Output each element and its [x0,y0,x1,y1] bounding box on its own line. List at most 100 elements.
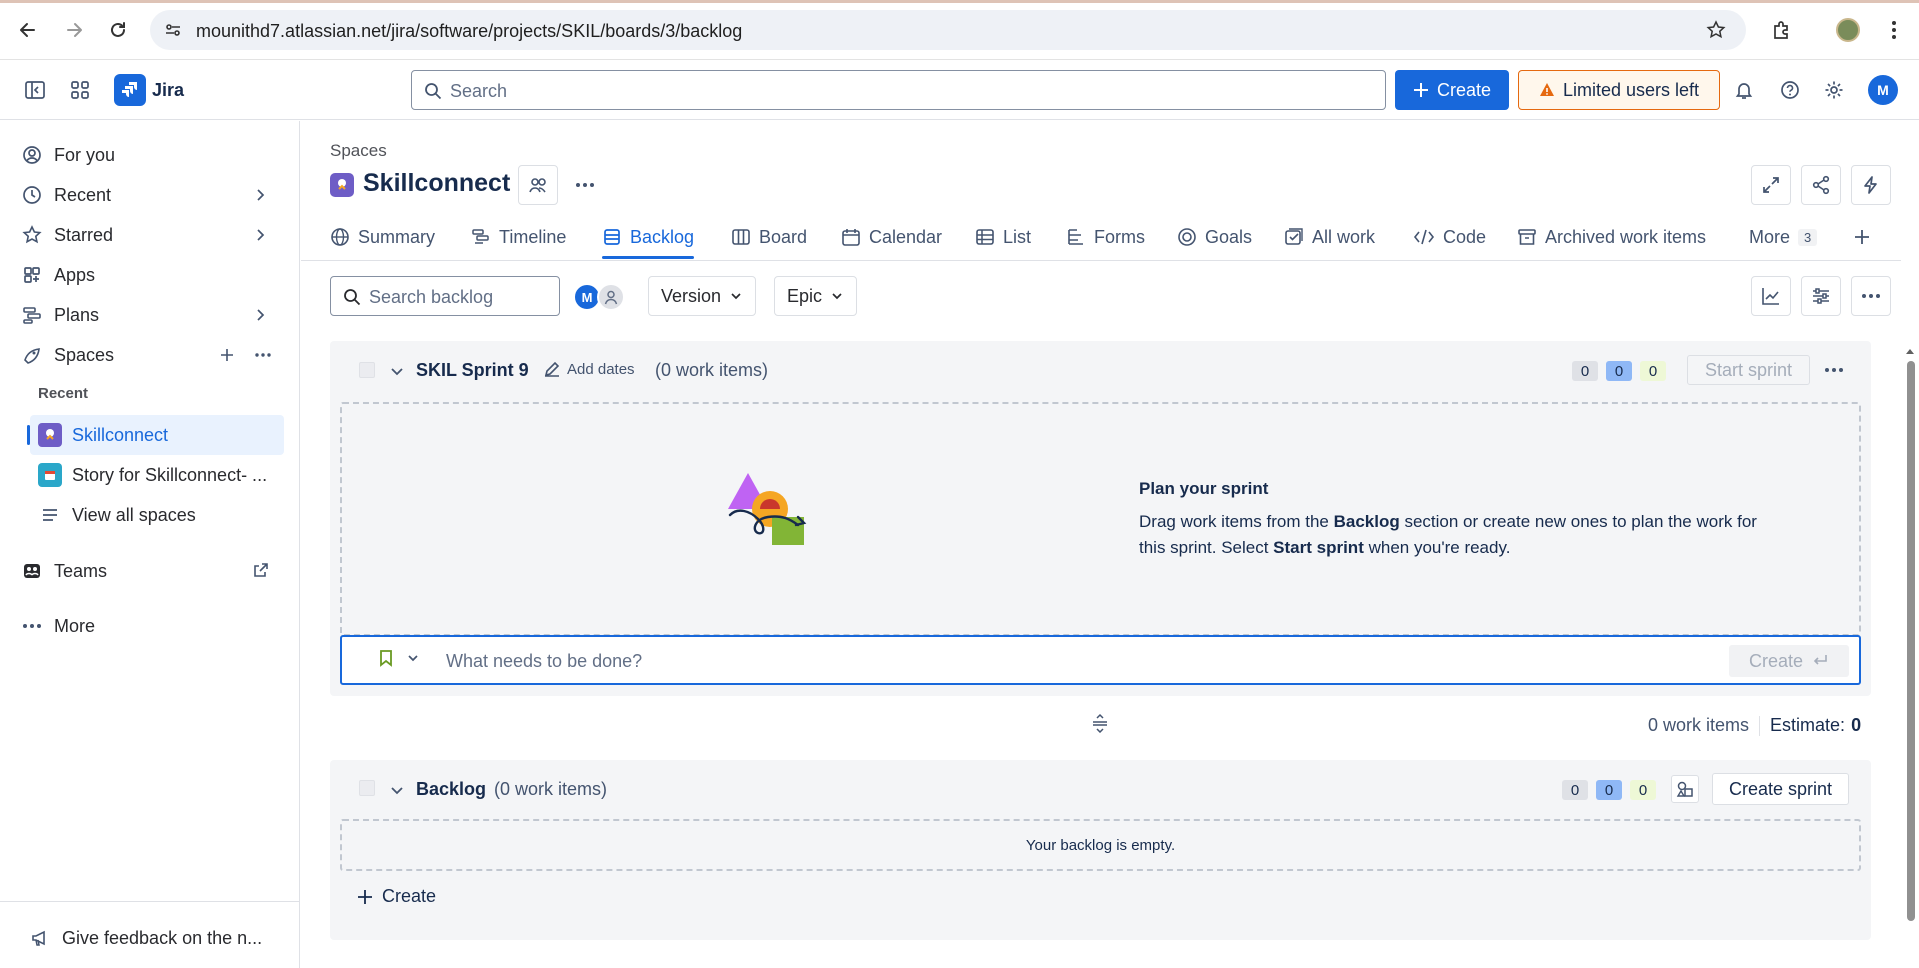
space-label: Story for Skillconnect- ... [72,464,268,485]
sidebar-item-label: Apps [54,264,96,285]
gear-icon [1825,81,1843,99]
plan-text-part: when you're ready. [1363,538,1511,557]
backlog-title: Backlog [416,779,487,799]
browser-menu-button[interactable] [1878,14,1910,46]
search-placeholder: Search [450,81,508,101]
collapse-sidebar-button[interactable] [19,74,51,106]
fullscreen-button[interactable] [1751,165,1791,205]
scrollbar-thumb[interactable] [1907,361,1915,921]
backlog-create-button[interactable]: Create [356,886,436,907]
url-text: mounithd7.atlassian.net/jira/software/pr… [196,21,743,41]
breadcrumb[interactable]: Spaces [330,141,387,161]
help-icon [1781,81,1799,99]
sidebar-toggle-icon [25,81,45,99]
sprint-more-button[interactable] [1818,355,1850,385]
chevron-down-icon[interactable] [389,782,405,798]
browser-top-accent [0,0,1919,3]
backlog-more-button[interactable] [1851,276,1891,316]
tab-board[interactable]: Board [731,217,807,257]
work-item-summary-input[interactable] [446,648,1746,674]
external-link-icon [254,563,268,577]
tab-timeline[interactable]: Timeline [471,217,566,257]
automation-button[interactable] [1851,165,1891,205]
sidebar-item-label: For you [54,144,116,165]
sidebar-item-plans[interactable]: Plans [20,296,282,334]
share-button[interactable] [1801,165,1841,205]
back-button[interactable] [12,14,44,46]
chevron-down-icon[interactable] [389,363,405,379]
plan-text-bold: Backlog [1333,512,1400,531]
tab-code[interactable]: Code [1413,217,1486,257]
address-bar[interactable]: mounithd7.atlassian.net/jira/software/pr… [150,10,1746,50]
give-feedback-button[interactable]: Give feedback on the n... [28,919,278,957]
backlog-groups-button[interactable] [1671,775,1699,803]
tab-backlog[interactable]: Backlog [602,217,695,259]
tab-calendar[interactable]: Calendar [841,217,942,257]
forward-button[interactable] [58,14,90,46]
sidebar-item-recent[interactable]: Recent [20,176,282,214]
team-button[interactable] [518,165,558,205]
inline-create-button[interactable]: Create [1729,645,1849,677]
app-switcher-button[interactable] [64,74,96,106]
more-horizontal-icon[interactable] [254,352,272,358]
apps-grid-icon [71,81,89,99]
puzzle-icon [1774,21,1788,39]
plus-icon[interactable] [218,346,236,364]
sidebar-item-more[interactable]: More [20,607,282,645]
unassigned-filter-avatar[interactable] [597,283,625,311]
tab-more[interactable]: More 3 [1749,217,1818,257]
help-button[interactable] [1774,74,1806,106]
epic-filter[interactable]: Epic [774,276,858,316]
sidebar-item-apps[interactable]: Apps [20,256,282,294]
app-name[interactable]: Jira [152,80,184,101]
limited-users-button[interactable]: Limited users left [1518,70,1720,110]
create-sprint-button[interactable]: Create sprint [1712,773,1849,805]
resize-handle-icon[interactable] [1090,713,1110,733]
global-search-input[interactable]: Search [411,70,1386,110]
sidebar-space-story[interactable]: Story for Skillconnect- ... [30,455,284,495]
add-dates-button[interactable]: Add dates [543,360,635,378]
project-more-button[interactable] [569,169,601,201]
tab-label: Archived work items [1545,226,1707,247]
tab-forms[interactable]: Forms [1066,217,1145,257]
settings-button[interactable] [1818,74,1850,106]
chevron-down-icon [731,293,741,300]
view-settings-button[interactable] [1801,276,1841,316]
sidebar-item-for-you[interactable]: For you [20,136,282,174]
reload-button[interactable] [102,14,134,46]
jira-logo-icon[interactable] [114,74,146,106]
work-type-selector[interactable] [378,649,420,667]
tab-summary[interactable]: Summary [330,217,435,257]
sidebar-item-starred[interactable]: Starred [20,216,282,254]
user-avatar[interactable]: M [1868,75,1898,105]
sliders-icon [1813,288,1829,304]
feedback-label: Give feedback on the n... [62,927,263,948]
scroll-up-arrow-icon[interactable] [1904,346,1916,356]
active-indicator [27,425,30,445]
tab-goals[interactable]: Goals [1177,217,1252,257]
insights-button[interactable] [1751,276,1791,316]
tab-list[interactable]: List [975,217,1031,257]
backlog-search-input[interactable]: Search backlog [330,276,560,316]
version-filter[interactable]: Version [648,276,757,316]
create-button[interactable]: Create [1395,70,1509,110]
tab-label: Calendar [869,226,943,247]
sprint-name: SKIL Sprint 9 [416,360,529,380]
sidebar-item-spaces[interactable]: Spaces [20,336,282,374]
plans-icon [20,303,44,327]
profile-button[interactable] [1832,14,1864,46]
sidebar-view-all-spaces[interactable]: View all spaces [30,495,284,535]
sidebar-item-teams[interactable]: Teams [20,552,282,590]
tab-archived[interactable]: Archived work items [1517,217,1706,257]
inline-create-row: Create [340,635,1861,685]
bookmark-star-icon[interactable] [1706,20,1726,40]
start-sprint-button[interactable]: Start sprint [1687,355,1810,385]
sidebar-space-skillconnect[interactable]: Skillconnect [27,415,284,455]
sprint-select-checkbox[interactable] [359,362,375,378]
notifications-button[interactable] [1728,74,1760,106]
backlog-select-checkbox[interactable] [359,780,375,796]
add-tab-button[interactable] [1848,223,1876,251]
extensions-button[interactable] [1766,14,1798,46]
tab-all-work[interactable]: All work [1284,217,1375,257]
plan-sprint-description: Drag work items from the Backlog section… [1139,509,1759,561]
